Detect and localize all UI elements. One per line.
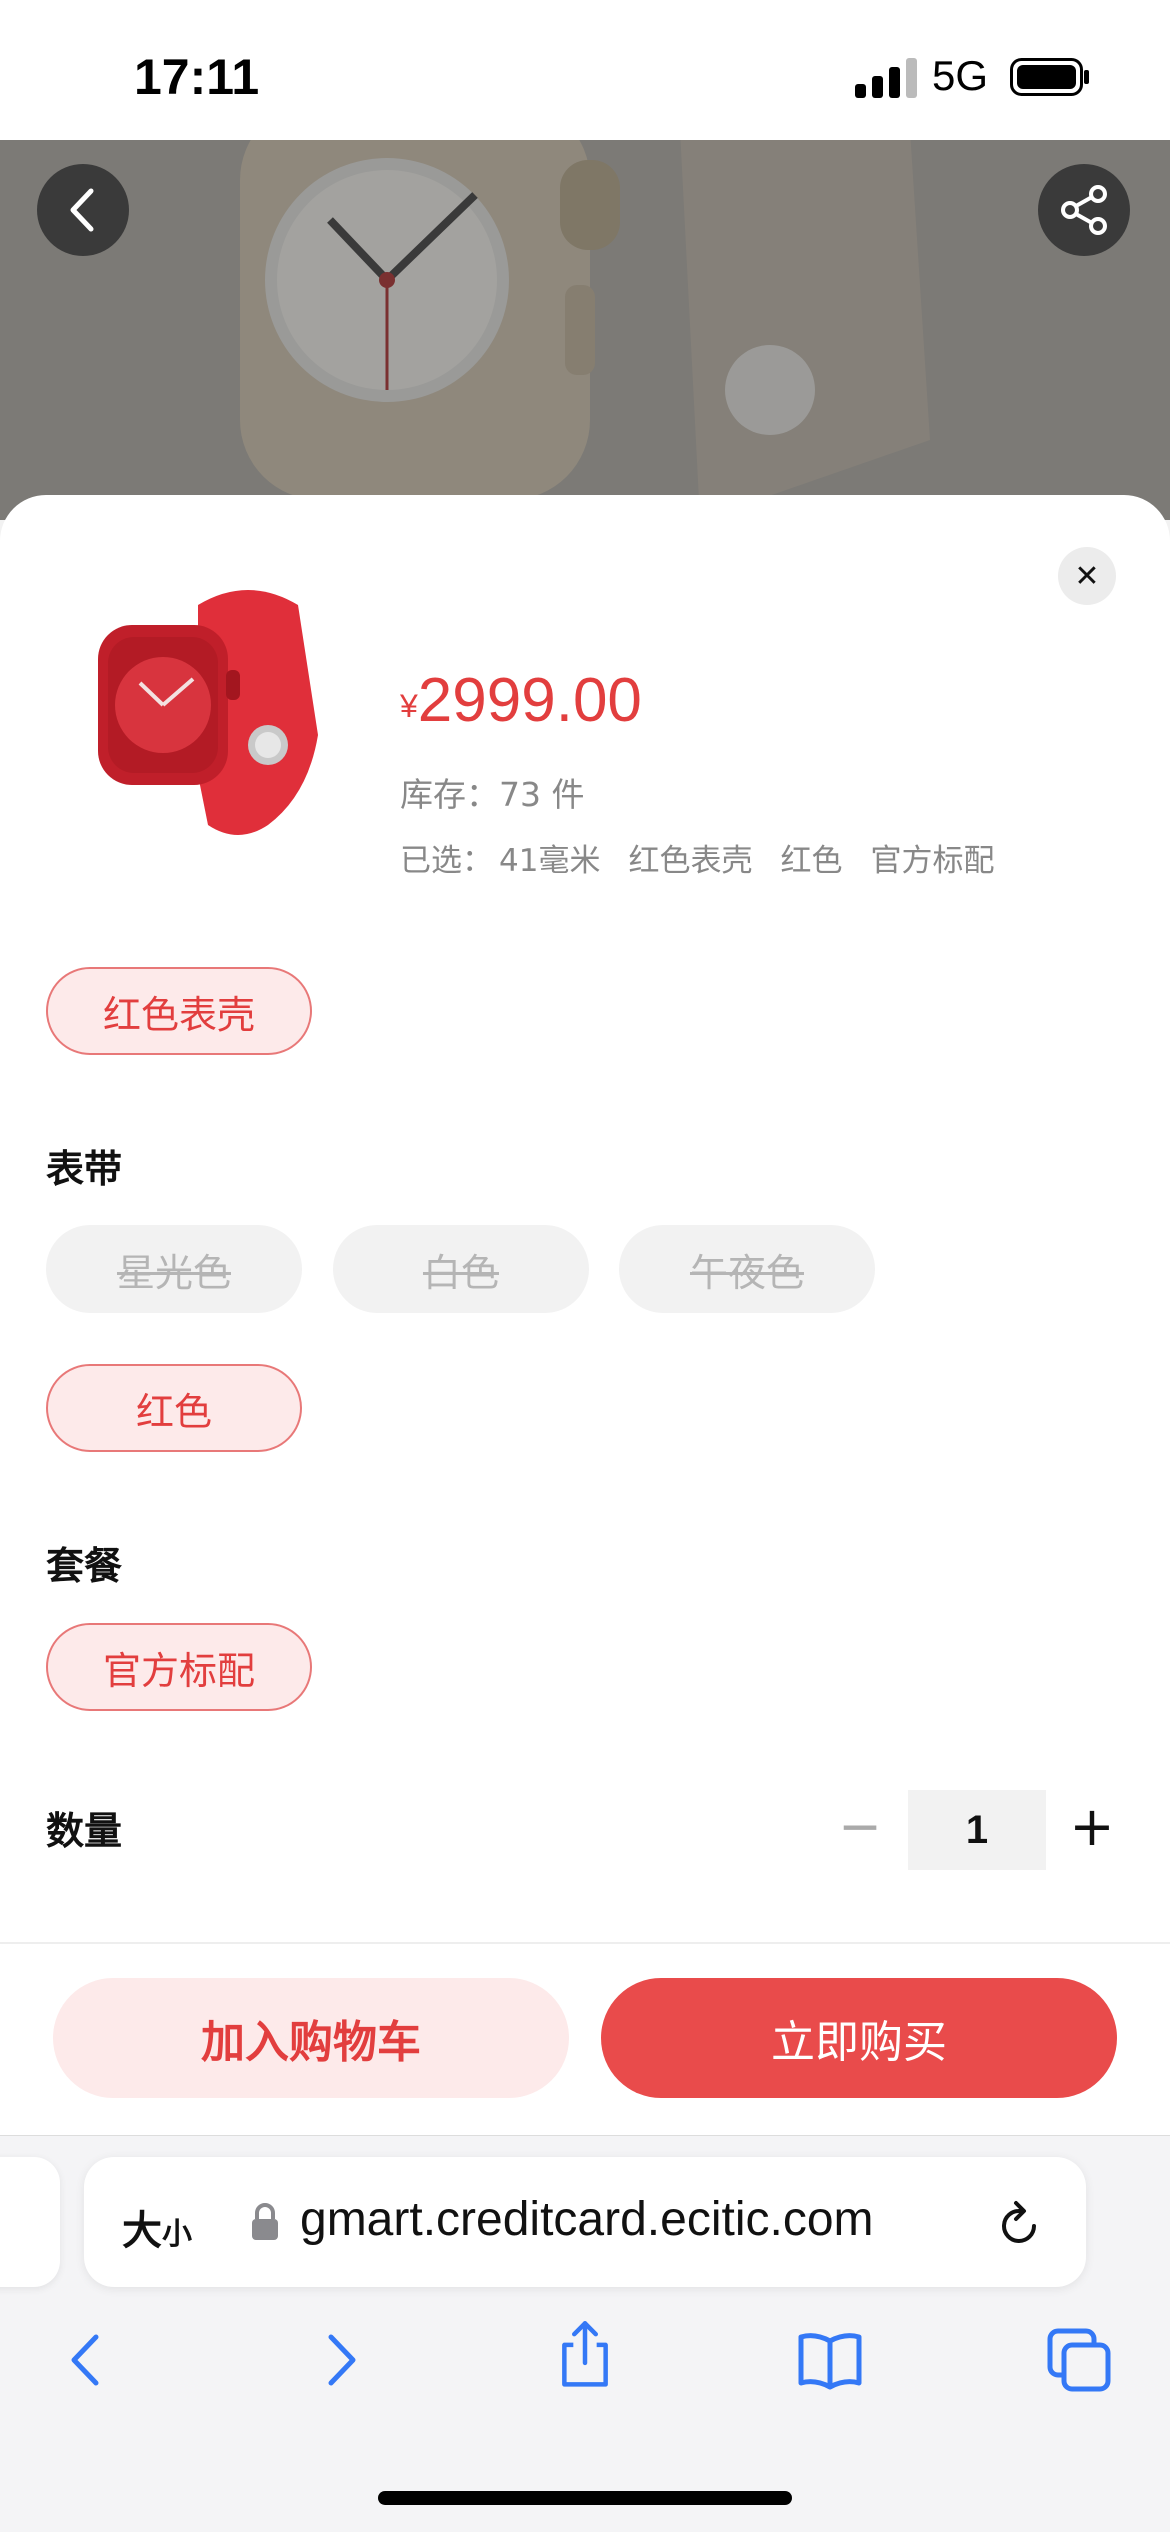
- add-to-cart-button[interactable]: 加入购物车: [53, 1978, 569, 2098]
- status-time: 17:11: [134, 49, 260, 105]
- band-option-midnight[interactable]: 午夜色: [619, 1225, 875, 1313]
- currency-symbol: ¥: [400, 688, 418, 724]
- bookmarks-icon[interactable]: [795, 2325, 865, 2395]
- buy-now-button[interactable]: 立即购买: [601, 1978, 1117, 2098]
- product-hero-image: [0, 140, 1170, 520]
- back-button[interactable]: [37, 164, 129, 256]
- band-section-title: 表带: [46, 1147, 123, 1191]
- package-option-standard[interactable]: 官方标配: [46, 1623, 312, 1711]
- tabs-icon[interactable]: [1044, 2325, 1114, 2395]
- quantity-input[interactable]: 1: [908, 1790, 1046, 1870]
- case-option-red[interactable]: 红色表壳: [46, 967, 312, 1055]
- quantity-decrease-button[interactable]: −: [838, 1797, 882, 1857]
- back-nav-icon[interactable]: [52, 2325, 122, 2395]
- home-indicator: [378, 2491, 792, 2505]
- selected-option: 41毫米: [499, 843, 601, 879]
- text-size-large: 大: [122, 2208, 162, 2254]
- signal-icon: [855, 58, 917, 98]
- network-label: 5G: [932, 52, 989, 99]
- product-price: ¥2999.00: [400, 665, 642, 736]
- url-text[interactable]: gmart.creditcard.ecitic.com: [300, 2192, 874, 2247]
- forward-nav-icon[interactable]: [305, 2325, 375, 2395]
- reload-icon[interactable]: [996, 2196, 1044, 2250]
- quantity-section-title: 数量: [46, 1809, 123, 1853]
- share-sheet-icon[interactable]: [550, 2318, 620, 2388]
- stock-count: 库存：73 件: [400, 775, 585, 814]
- quantity-increase-button[interactable]: +: [1068, 1795, 1116, 1858]
- lock-icon: [252, 2203, 278, 2240]
- share-icon: [1061, 185, 1107, 235]
- previous-tab-preview[interactable]: [0, 2157, 60, 2287]
- selected-summary: 已选： 41毫米 红色表壳 红色 官方标配: [400, 835, 1022, 880]
- band-option-white[interactable]: 白色: [333, 1225, 589, 1313]
- price-value: 2999.00: [417, 666, 642, 735]
- product-thumbnail: [98, 590, 318, 835]
- band-option-starlight[interactable]: 星光色: [46, 1225, 302, 1313]
- status-bar: 17:11 5G: [0, 0, 1170, 140]
- divider: [0, 1942, 1170, 1944]
- close-button[interactable]: ✕: [1058, 547, 1116, 605]
- selected-option: 红色: [780, 843, 843, 879]
- band-option-red[interactable]: 红色: [46, 1364, 302, 1452]
- selected-label: 已选：: [400, 843, 493, 879]
- text-size-button[interactable]: 大小: [122, 2198, 192, 2256]
- selected-option: 官方标配: [870, 843, 995, 879]
- chevron-left-icon: [70, 188, 94, 232]
- battery-icon: [1010, 58, 1089, 96]
- share-button[interactable]: [1038, 164, 1130, 256]
- package-section-title: 套餐: [46, 1544, 123, 1588]
- selected-option: 红色表壳: [628, 843, 753, 879]
- text-size-small: 小: [162, 2217, 192, 2252]
